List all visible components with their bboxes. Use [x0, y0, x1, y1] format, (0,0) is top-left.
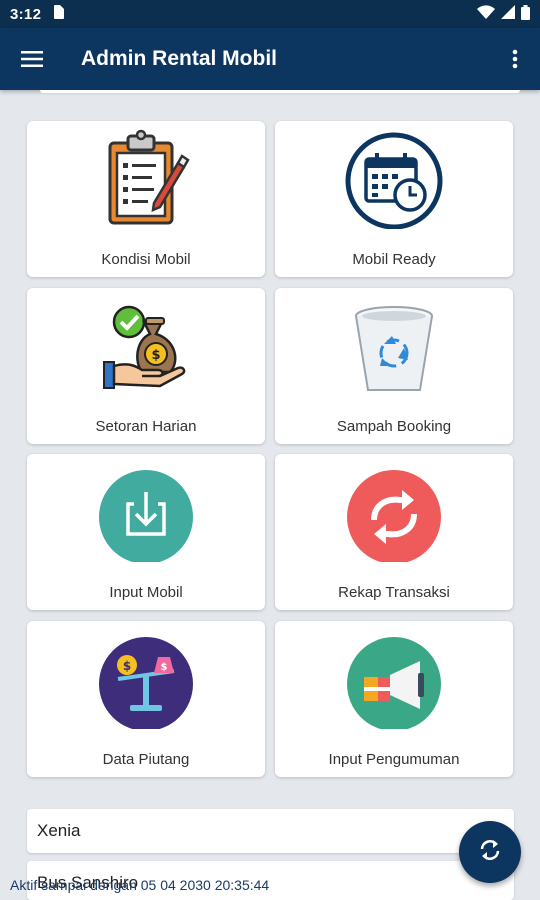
list-item-text: Xenia	[37, 821, 81, 840]
download-box-icon	[96, 462, 196, 564]
more-options-icon[interactable]	[490, 28, 540, 90]
card-label: Input Pengumuman	[328, 751, 460, 768]
list-item[interactable]: Xenia	[27, 809, 514, 853]
sim-card-icon	[53, 5, 65, 23]
active-until-text: Aktif sampai dengan 05 04 2030 20:35:44	[10, 877, 270, 893]
svg-text:$: $	[161, 662, 168, 673]
recycle-bin-icon	[344, 296, 444, 396]
status-bar: 3:12	[0, 0, 540, 28]
card-label: Setoran Harian	[95, 418, 197, 435]
app-bar: Admin Rental Mobil	[0, 28, 540, 90]
menu-card-input-mobil[interactable]: Input Mobil	[27, 454, 265, 610]
card-label: Mobil Ready	[352, 251, 436, 268]
megaphone-icon	[344, 629, 444, 731]
app-title: Admin Rental Mobil	[81, 47, 277, 70]
scroll-remnant	[40, 90, 520, 93]
menu-card-input-pengumuman[interactable]: Input Pengumuman	[275, 621, 513, 777]
svg-text:$: $	[123, 659, 131, 673]
hamburger-menu-icon[interactable]	[0, 28, 64, 90]
menu-card-kondisi-mobil[interactable]: Kondisi Mobil	[27, 121, 265, 277]
card-label: Rekap Transaksi	[338, 584, 450, 601]
card-label: Sampah Booking	[336, 418, 452, 435]
menu-card-data-piutang[interactable]: $ $ Data Piutang	[27, 621, 265, 777]
card-label: Data Piutang	[102, 751, 190, 768]
menu-card-sampah-booking[interactable]: Sampah Booking	[275, 288, 513, 444]
menu-card-mobil-ready[interactable]: Mobil Ready	[275, 121, 513, 277]
menu-card-rekap-transaksi[interactable]: Rekap Transaksi	[275, 454, 513, 610]
refresh-fab[interactable]	[459, 821, 521, 883]
calendar-clock-icon	[344, 129, 444, 230]
money-bag-hand-icon: $	[96, 296, 196, 396]
wifi-icon	[477, 5, 495, 23]
refresh-icon	[477, 837, 503, 868]
clipboard-checklist-icon	[96, 129, 196, 229]
svg-text:$: $	[151, 348, 160, 363]
sync-arrows-icon	[344, 462, 444, 564]
card-label: Kondisi Mobil	[101, 251, 191, 268]
status-time: 3:12	[10, 5, 42, 23]
menu-card-setoran-harian[interactable]: $ Setoran Harian	[27, 288, 265, 444]
signal-icon	[501, 5, 515, 23]
balance-scale-icon: $ $	[96, 629, 196, 731]
battery-icon	[521, 4, 530, 24]
card-label: Input Mobil	[109, 584, 183, 601]
